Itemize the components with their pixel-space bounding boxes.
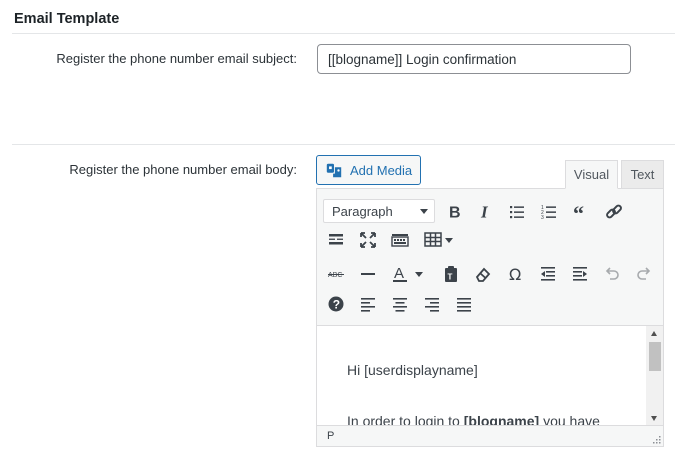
justify-icon[interactable] (451, 291, 477, 317)
bullet-list-icon[interactable] (504, 199, 530, 225)
svg-text:?: ? (333, 298, 340, 312)
blockquote-icon[interactable]: “ (568, 199, 594, 225)
undo-icon[interactable] (599, 261, 625, 287)
italic-icon[interactable]: I (472, 199, 498, 225)
element-path[interactable]: P (327, 430, 334, 442)
editor-scrollbar[interactable] (646, 326, 663, 426)
fullscreen-icon[interactable] (355, 227, 381, 253)
subject-label: Register the phone number email subject: (56, 51, 297, 66)
scroll-up-icon[interactable] (651, 331, 657, 336)
body-label: Register the phone number email body: (69, 162, 297, 177)
content-line-1: Hi [userdisplayname] (347, 362, 478, 378)
align-right-icon[interactable] (419, 291, 445, 317)
paste-text-icon[interactable]: T (438, 261, 464, 287)
align-left-icon[interactable] (355, 291, 381, 317)
svg-text:I: I (480, 203, 489, 222)
read-more-icon[interactable] (323, 227, 349, 253)
section-divider (12, 33, 675, 34)
scrollbar-thumb[interactable] (649, 342, 661, 371)
subject-input[interactable] (317, 44, 631, 74)
clear-formatting-icon[interactable] (470, 261, 496, 287)
add-media-button[interactable]: Add Media (316, 155, 421, 185)
row-divider (12, 144, 675, 145)
help-icon[interactable]: ? (323, 291, 349, 317)
tab-text[interactable]: Text (621, 160, 664, 189)
editor-content[interactable]: Hi [userdisplayname] In order to login t… (317, 325, 663, 426)
section-title: Email Template (14, 11, 120, 27)
svg-text:B: B (449, 205, 461, 222)
resize-handle-icon[interactable] (651, 434, 661, 444)
outdent-icon[interactable] (535, 261, 561, 287)
tab-visual[interactable]: Visual (565, 160, 618, 189)
svg-text:“: “ (573, 202, 584, 222)
chevron-down-icon[interactable] (411, 261, 427, 287)
indent-icon[interactable] (567, 261, 593, 287)
strikethrough-icon[interactable]: ABC (323, 261, 349, 287)
horizontal-rule-icon[interactable] (355, 261, 381, 287)
keyboard-icon[interactable] (387, 227, 413, 253)
rich-text-editor: Paragraph B I 1 2 3 “ ABC A T Ω ? Hi [us… (316, 188, 664, 447)
align-center-icon[interactable] (387, 291, 413, 317)
text-color-icon[interactable]: A (387, 261, 413, 287)
redo-icon[interactable] (631, 261, 657, 287)
chevron-down-icon[interactable] (441, 227, 457, 253)
toolbar-row-1: B I 1 2 3 “ (317, 197, 663, 227)
media-icon (326, 163, 342, 178)
toolbar-row-3: ABC A T Ω (317, 259, 663, 289)
toolbar-row-2 (317, 225, 663, 255)
add-media-label: Add Media (350, 162, 413, 178)
editor-status-bar: P (317, 425, 663, 446)
svg-text:T: T (448, 273, 453, 282)
bold-icon[interactable]: B (441, 199, 467, 225)
svg-text:ABC: ABC (328, 272, 342, 279)
numbered-list-icon[interactable]: 1 2 3 (536, 199, 562, 225)
special-character-icon[interactable]: Ω (503, 261, 529, 287)
svg-text:Ω: Ω (509, 265, 521, 284)
toolbar-row-4: ? (317, 289, 663, 319)
svg-text:A: A (394, 265, 404, 282)
link-icon[interactable] (601, 199, 627, 225)
scroll-down-icon[interactable] (651, 416, 657, 421)
svg-text:3: 3 (541, 215, 544, 221)
